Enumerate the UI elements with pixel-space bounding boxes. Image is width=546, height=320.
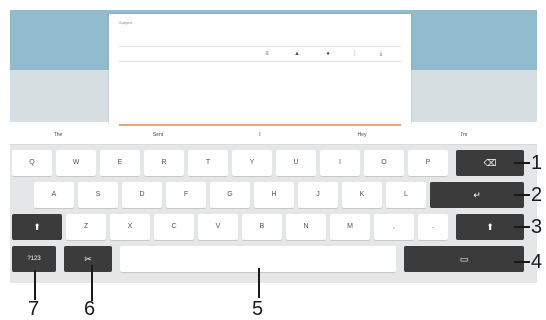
callout-2: 2 bbox=[531, 184, 543, 206]
attach-icon[interactable]: ▲ bbox=[291, 49, 303, 59]
callout-5: 5 bbox=[252, 298, 264, 320]
callout-line-1 bbox=[514, 162, 530, 164]
shift-icon: ⬆ bbox=[33, 222, 41, 232]
email-compose-sheet: Subject ≡ ▲ ● ⋮ ⤓ bbox=[109, 14, 411, 126]
key[interactable]: E bbox=[100, 150, 140, 176]
key[interactable]: , bbox=[374, 214, 414, 240]
key[interactable]: Q bbox=[12, 150, 52, 176]
key[interactable]: O bbox=[364, 150, 404, 176]
more-icon[interactable]: ⋮ bbox=[349, 49, 361, 59]
callout-4: 4 bbox=[531, 251, 543, 273]
key[interactable]: S bbox=[78, 182, 118, 208]
key[interactable]: D bbox=[122, 182, 162, 208]
key[interactable]: F bbox=[166, 182, 206, 208]
format-icon[interactable]: ≡ bbox=[261, 49, 273, 59]
callout-3: 3 bbox=[531, 216, 543, 238]
key[interactable]: M bbox=[330, 214, 370, 240]
key[interactable]: G bbox=[210, 182, 250, 208]
suggestion-item[interactable]: Hey bbox=[344, 126, 380, 144]
suggestion-item[interactable]: I bbox=[242, 126, 278, 144]
backspace-icon: ⌫ bbox=[483, 158, 497, 168]
return-icon: ↵ bbox=[473, 190, 481, 200]
key[interactable]: J bbox=[298, 182, 338, 208]
symbols-key[interactable]: ?123 bbox=[12, 246, 56, 272]
download-icon[interactable]: ⤓ bbox=[375, 49, 387, 59]
callout-line-5 bbox=[258, 268, 260, 298]
key[interactable]: R bbox=[144, 150, 184, 176]
key[interactable]: V bbox=[198, 214, 238, 240]
settings-key[interactable]: ✂ bbox=[64, 246, 112, 272]
key[interactable]: L bbox=[386, 182, 426, 208]
key[interactable]: I bbox=[320, 150, 360, 176]
key[interactable]: H bbox=[254, 182, 294, 208]
key[interactable]: N bbox=[286, 214, 326, 240]
suggestion-item[interactable]: I'm bbox=[446, 126, 482, 144]
key[interactable]: X bbox=[110, 214, 150, 240]
key[interactable]: P bbox=[408, 150, 448, 176]
key[interactable]: K bbox=[342, 182, 382, 208]
callout-line-3 bbox=[514, 226, 530, 228]
hide-keyboard-key[interactable]: ▭ bbox=[404, 246, 524, 272]
key[interactable]: . bbox=[418, 214, 448, 240]
key[interactable]: A bbox=[34, 182, 74, 208]
key[interactable]: U bbox=[276, 150, 316, 176]
onscreen-keyboard: The Sent I Hey I'm Q W E R T Y U I O P ⌫… bbox=[10, 126, 537, 283]
callout-line-6 bbox=[91, 265, 93, 301]
callout-1: 1 bbox=[531, 152, 543, 174]
enter-key[interactable]: ↵ bbox=[430, 182, 524, 208]
suggestion-item[interactable]: The bbox=[40, 126, 76, 144]
key[interactable]: C bbox=[154, 214, 194, 240]
callout-line-7 bbox=[34, 270, 36, 300]
callout-6: 6 bbox=[84, 298, 96, 320]
compose-toolbar: ≡ ▲ ● ⋮ ⤓ bbox=[119, 46, 401, 62]
key[interactable]: Y bbox=[232, 150, 272, 176]
key[interactable]: Z bbox=[66, 214, 106, 240]
key[interactable]: T bbox=[188, 150, 228, 176]
shift-key-left[interactable]: ⬆ bbox=[12, 214, 62, 240]
key[interactable]: W bbox=[56, 150, 96, 176]
suggestion-item[interactable]: Sent bbox=[140, 126, 176, 144]
suggestion-bar: The Sent I Hey I'm bbox=[10, 126, 537, 145]
callout-line-2 bbox=[514, 194, 530, 196]
keyboard-hide-icon: ▭ bbox=[459, 254, 469, 264]
callout-7: 7 bbox=[28, 298, 40, 320]
star-icon[interactable]: ● bbox=[322, 49, 334, 59]
subject-label: Subject bbox=[119, 20, 133, 25]
key[interactable]: B bbox=[242, 214, 282, 240]
callout-line-4 bbox=[514, 261, 530, 263]
shift-icon: ⬆ bbox=[486, 222, 494, 232]
